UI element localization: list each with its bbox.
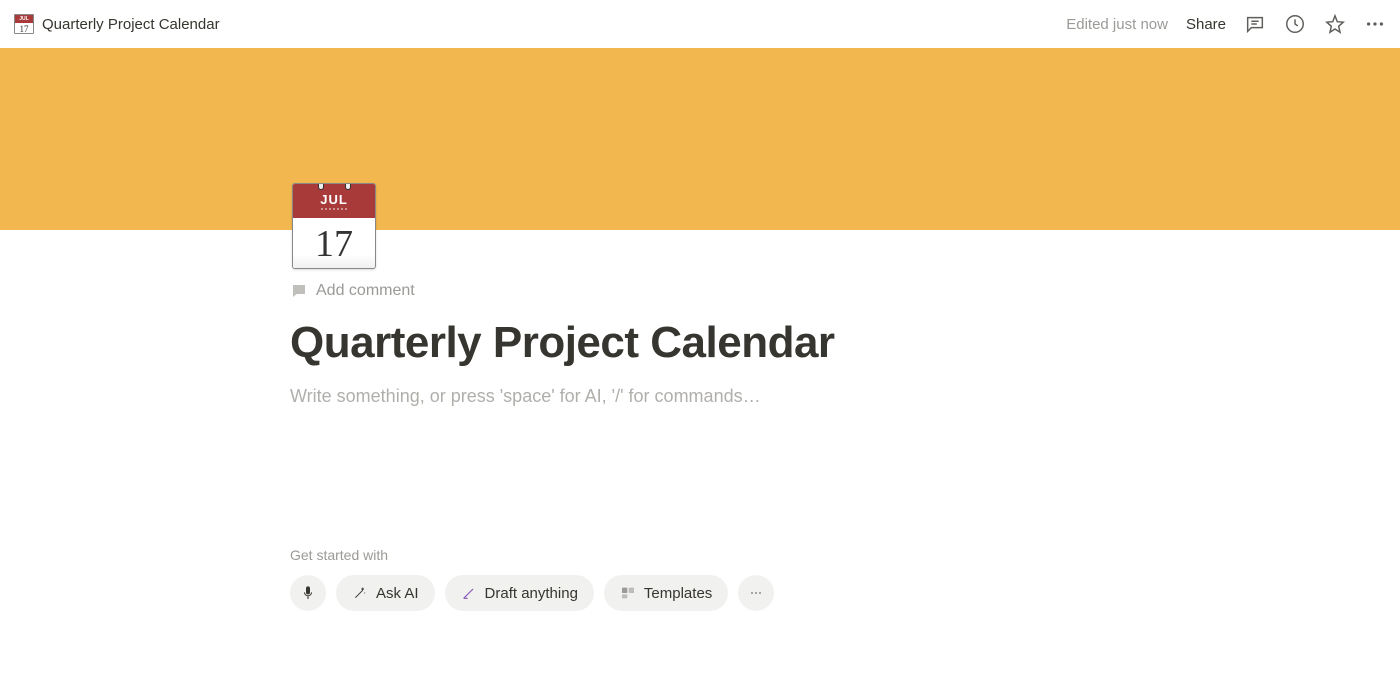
page-title[interactable]: Quarterly Project Calendar: [290, 318, 1110, 368]
star-icon[interactable]: [1324, 13, 1346, 35]
get-started-label: Get started with: [290, 547, 1110, 563]
calendar-month: JUL: [320, 192, 348, 207]
edited-status: Edited just now: [1066, 16, 1168, 33]
topbar-actions: Edited just now Share: [1066, 13, 1386, 35]
add-comment-button[interactable]: Add comment: [290, 282, 1110, 300]
calendar-icon: JUL 17: [292, 183, 376, 269]
voice-button[interactable]: [290, 575, 326, 611]
page-icon[interactable]: JUL 17: [290, 182, 378, 270]
microphone-icon: [300, 585, 316, 601]
comment-icon: [290, 282, 308, 300]
calendar-icon: JUL 17: [14, 14, 34, 34]
get-started-section: Get started with Ask AI Draft anything T…: [290, 547, 1110, 611]
ellipsis-icon: [748, 585, 764, 601]
more-icon[interactable]: [1364, 13, 1386, 35]
wand-icon: [352, 585, 368, 601]
calendar-day: 17: [293, 218, 375, 269]
history-icon[interactable]: [1284, 13, 1306, 35]
templates-button[interactable]: Templates: [604, 575, 728, 611]
templates-icon: [620, 585, 636, 601]
pencil-icon: [461, 585, 477, 601]
breadcrumb[interactable]: JUL 17 Quarterly Project Calendar: [14, 14, 220, 34]
body-editor[interactable]: Write something, or press 'space' for AI…: [290, 386, 1110, 407]
ask-ai-button[interactable]: Ask AI: [336, 575, 435, 611]
page-cover[interactable]: [0, 48, 1400, 230]
page-content: JUL 17 Add comment Quarterly Project Cal…: [290, 230, 1110, 611]
add-comment-label: Add comment: [316, 282, 415, 300]
ask-ai-label: Ask AI: [376, 585, 419, 602]
draft-anything-button[interactable]: Draft anything: [445, 575, 594, 611]
breadcrumb-title[interactable]: Quarterly Project Calendar: [42, 16, 220, 33]
get-started-pills: Ask AI Draft anything Templates: [290, 575, 1110, 611]
share-button[interactable]: Share: [1186, 16, 1226, 33]
topbar: JUL 17 Quarterly Project Calendar Edited…: [0, 0, 1400, 48]
templates-label: Templates: [644, 585, 712, 602]
draft-anything-label: Draft anything: [485, 585, 578, 602]
more-options-button[interactable]: [738, 575, 774, 611]
comments-icon[interactable]: [1244, 13, 1266, 35]
